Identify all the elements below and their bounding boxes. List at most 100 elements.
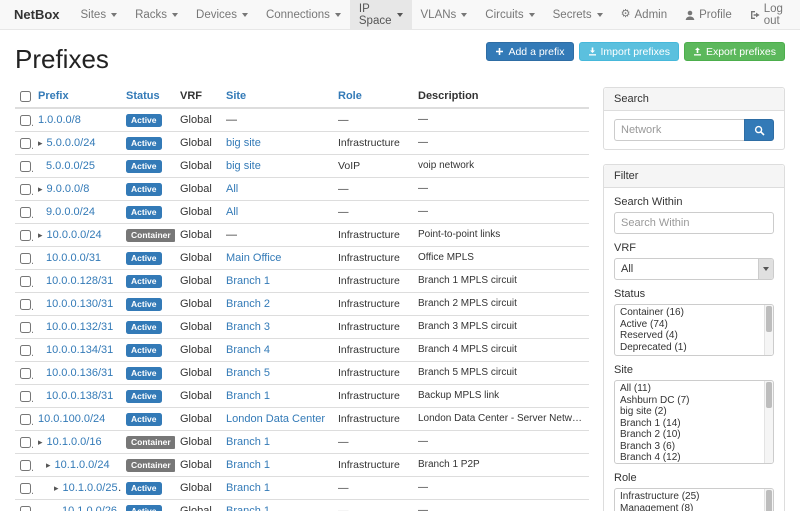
prefix-link[interactable]: 10.1.0.0/24: [55, 458, 110, 472]
select-option[interactable]: Deprecated (1): [615, 342, 764, 354]
row-checkbox[interactable]: [20, 115, 31, 126]
expand-toggle-icon[interactable]: ▸: [54, 481, 59, 495]
select-option[interactable]: big site (2): [615, 406, 764, 418]
row-checkbox[interactable]: [20, 161, 31, 172]
row-checkbox[interactable]: [20, 230, 31, 241]
scrollbar-thumb[interactable]: [766, 490, 772, 511]
row-checkbox[interactable]: [20, 460, 31, 471]
site-link[interactable]: Branch 1: [226, 459, 270, 471]
prefix-link[interactable]: 10.0.0.138/31: [46, 389, 113, 403]
site-link[interactable]: Branch 1: [226, 482, 270, 494]
import-prefixes-button[interactable]: Import prefixes: [579, 42, 679, 61]
scrollbar-thumb[interactable]: [766, 306, 772, 332]
select-option[interactable]: Infrastructure (25): [615, 491, 764, 503]
column-sort-prefix[interactable]: Prefix: [38, 90, 69, 102]
site-link[interactable]: Branch 1: [226, 390, 270, 402]
site-multiselect[interactable]: All (11)Ashburn DC (7)big site (2)Branch…: [614, 380, 774, 464]
row-checkbox[interactable]: [20, 322, 31, 333]
site-link[interactable]: big site: [226, 137, 261, 149]
search-button[interactable]: [744, 119, 774, 141]
scrollbar[interactable]: [764, 305, 773, 355]
row-checkbox[interactable]: [20, 299, 31, 310]
select-option[interactable]: All (11): [615, 383, 764, 395]
nav-item-admin[interactable]: ⚙Admin: [612, 0, 676, 29]
prefix-link[interactable]: 10.1.0.0/16: [47, 435, 102, 449]
row-checkbox[interactable]: [20, 483, 31, 494]
export-prefixes-button[interactable]: Export prefixes: [684, 42, 785, 61]
prefix-link[interactable]: 10.0.0.134/31: [46, 343, 113, 357]
nav-item-devices[interactable]: Devices: [187, 0, 257, 29]
select-option[interactable]: Branch 2 (10): [615, 429, 764, 441]
select-option[interactable]: Branch 5 (7): [615, 464, 764, 465]
nav-item-circuits[interactable]: Circuits: [476, 0, 543, 29]
prefix-link[interactable]: 5.0.0.0/25: [46, 159, 95, 173]
row-checkbox[interactable]: [20, 437, 31, 448]
search-within-input[interactable]: [614, 212, 774, 234]
site-link[interactable]: All: [226, 206, 238, 218]
site-link[interactable]: All: [226, 183, 238, 195]
prefix-link[interactable]: 10.1.0.0/26: [62, 504, 117, 511]
select-option[interactable]: Branch 1 (14): [615, 418, 764, 430]
site-link[interactable]: Branch 2: [226, 298, 270, 310]
nav-item-connections[interactable]: Connections: [257, 0, 350, 29]
expand-toggle-icon[interactable]: ▸: [38, 136, 43, 150]
brand[interactable]: NetBox: [0, 0, 72, 29]
add-a-prefix-button[interactable]: Add a prefix: [486, 42, 573, 61]
select-option[interactable]: Management (8): [615, 503, 764, 511]
row-checkbox[interactable]: [20, 368, 31, 379]
site-link[interactable]: Branch 1: [226, 275, 270, 287]
prefix-link[interactable]: 10.0.0.136/31: [46, 366, 113, 380]
expand-toggle-icon[interactable]: ▸: [38, 228, 43, 242]
row-checkbox[interactable]: [20, 276, 31, 287]
row-checkbox[interactable]: [20, 391, 31, 402]
site-link[interactable]: Main Office: [226, 252, 281, 264]
prefix-link[interactable]: 10.0.0.0/31: [46, 251, 101, 265]
site-link[interactable]: big site: [226, 160, 261, 172]
expand-toggle-icon[interactable]: ▸: [46, 458, 51, 472]
status-multiselect[interactable]: Container (16)Active (74)Reserved (4)Dep…: [614, 304, 774, 356]
site-link[interactable]: Branch 4: [226, 344, 270, 356]
nav-item-vlans[interactable]: VLANs: [412, 0, 477, 29]
prefix-link[interactable]: 9.0.0.0/8: [47, 182, 90, 196]
expand-toggle-icon[interactable]: ▸: [38, 182, 43, 196]
select-option[interactable]: Branch 3 (6): [615, 441, 764, 453]
scrollbar-thumb[interactable]: [766, 382, 772, 408]
select-option[interactable]: Active (74): [615, 319, 764, 331]
nav-item-profile[interactable]: Profile: [676, 0, 741, 29]
row-checkbox[interactable]: [20, 506, 31, 511]
scrollbar[interactable]: [764, 381, 773, 463]
row-checkbox[interactable]: [20, 253, 31, 264]
prefix-link[interactable]: 10.0.0.132/31: [46, 320, 113, 334]
site-link[interactable]: Branch 1: [226, 505, 270, 511]
expand-toggle-icon[interactable]: ▸: [38, 435, 43, 449]
select-option[interactable]: Reserved (4): [615, 330, 764, 342]
column-sort-role[interactable]: Role: [338, 90, 362, 102]
prefix-link[interactable]: 10.1.0.0/25: [63, 481, 118, 495]
nav-item-racks[interactable]: Racks: [126, 0, 187, 29]
nav-item-secrets[interactable]: Secrets: [544, 0, 612, 29]
column-sort-site[interactable]: Site: [226, 90, 246, 102]
nav-item-sites[interactable]: Sites: [72, 0, 127, 29]
prefix-link[interactable]: 10.0.100.0/24: [38, 412, 105, 426]
select-all-checkbox[interactable]: [20, 91, 31, 102]
vrf-select[interactable]: All: [614, 258, 774, 280]
row-checkbox[interactable]: [20, 184, 31, 195]
prefix-link[interactable]: 5.0.0.0/24: [47, 136, 96, 150]
row-checkbox[interactable]: [20, 207, 31, 218]
site-link[interactable]: Branch 5: [226, 367, 270, 379]
site-link[interactable]: London Data Center: [226, 413, 325, 425]
site-link[interactable]: Branch 3: [226, 321, 270, 333]
role-multiselect[interactable]: Infrastructure (25)Management (8)Private…: [614, 488, 774, 511]
select-option[interactable]: Container (16): [615, 307, 764, 319]
row-checkbox[interactable]: [20, 345, 31, 356]
search-input[interactable]: [614, 119, 744, 141]
row-checkbox[interactable]: [20, 414, 31, 425]
row-checkbox[interactable]: [20, 138, 31, 149]
select-option[interactable]: Ashburn DC (7): [615, 395, 764, 407]
prefix-link[interactable]: 9.0.0.0/24: [46, 205, 95, 219]
column-sort-status[interactable]: Status: [126, 90, 160, 102]
select-option[interactable]: Branch 4 (12): [615, 452, 764, 464]
prefix-link[interactable]: 10.0.0.128/31: [46, 274, 113, 288]
nav-item-log-out[interactable]: Log out: [741, 0, 792, 29]
scrollbar[interactable]: [764, 489, 773, 511]
